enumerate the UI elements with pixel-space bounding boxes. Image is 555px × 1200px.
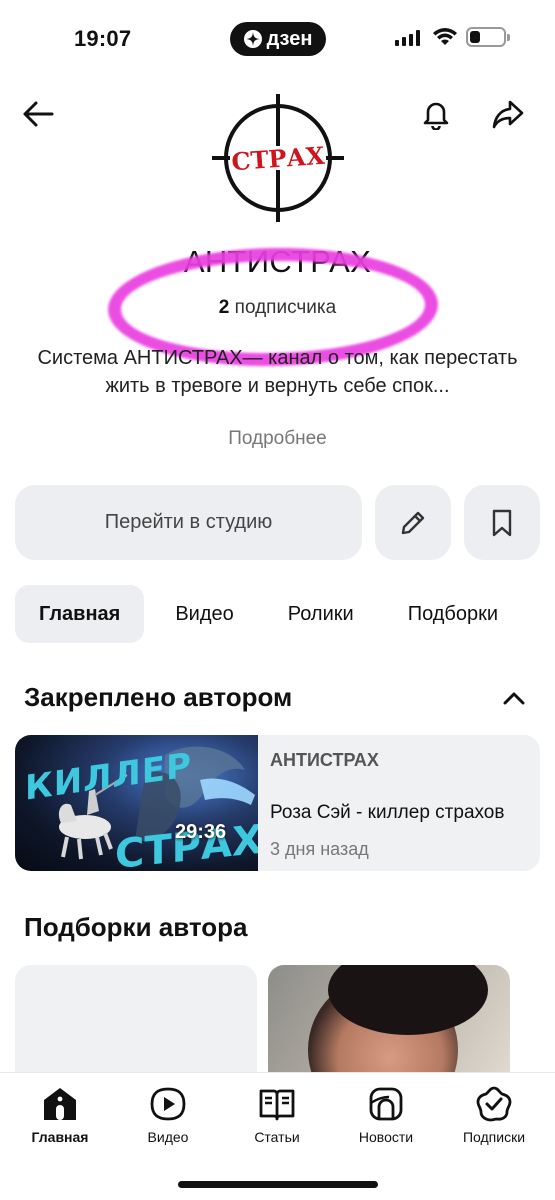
collapse-button[interactable] (500, 684, 528, 712)
nav-articles[interactable]: Статьи (227, 1085, 327, 1145)
video-icon (150, 1087, 186, 1121)
video-date: 3 дня назад (270, 839, 369, 859)
status-bar: 19:07 дзен (0, 0, 555, 78)
bell-icon (423, 102, 449, 130)
arrow-left-icon (23, 101, 54, 127)
nav-news-label: Новости (358, 1129, 414, 1145)
back-button[interactable] (18, 94, 58, 134)
battery-icon (466, 27, 510, 47)
channel-description: Система АНТИСТРАХ— канал о том, как пере… (37, 347, 518, 397)
channel-logo: СТРАХ (212, 94, 344, 222)
home-indicator (178, 1181, 378, 1188)
nav-subscriptions-label: Подписки (462, 1129, 526, 1145)
tab-home[interactable]: Главная (15, 585, 145, 643)
cellular-signal-icon (395, 30, 420, 46)
nav-video-label: Видео (147, 1129, 189, 1145)
status-time: 19:07 (74, 26, 132, 51)
dzen-badge-label: дзен (266, 27, 313, 50)
collections-section-title: Подборки автора (24, 912, 248, 942)
bookmark-button[interactable] (464, 485, 540, 560)
pinned-section-title: Закреплено автором (24, 682, 293, 712)
wifi-icon (433, 28, 457, 45)
nav-home[interactable]: Главная (10, 1085, 110, 1145)
notifications-button[interactable] (416, 94, 456, 134)
video-title[interactable]: Роза Сэй - киллер страхов (270, 802, 504, 824)
bookmark-icon (492, 509, 512, 536)
tab-shorts[interactable]: Ролики (288, 585, 354, 643)
chevron-up-icon (503, 692, 525, 705)
edit-button[interactable] (375, 485, 451, 560)
battery-level (470, 31, 480, 43)
go-to-studio-button[interactable]: Перейти в студию (15, 485, 362, 560)
share-arrow-icon (492, 100, 524, 129)
nav-articles-label: Статьи (254, 1129, 300, 1145)
nav-subscriptions[interactable]: Подписки (444, 1085, 544, 1145)
more-link[interactable]: Подробнее (0, 428, 555, 450)
nav-video[interactable]: Видео (118, 1085, 218, 1145)
tab-collections[interactable]: Подборки (408, 585, 498, 643)
home-icon (44, 1088, 76, 1120)
nav-home-label: Главная (31, 1129, 89, 1145)
dzen-star-icon (243, 30, 262, 48)
articles-icon (259, 1089, 295, 1121)
news-icon (369, 1087, 403, 1121)
dzen-badge[interactable]: дзен (230, 22, 326, 56)
video-thumbnail: КИЛЛЕР СТРАХОВ 29:36 (15, 735, 258, 871)
tab-video[interactable]: Видео (175, 585, 233, 643)
bottom-navigation: Главная Видео Статьи Новости Подписки (0, 1072, 555, 1200)
pinned-video-card[interactable]: КИЛЛЕР СТРАХОВ 29:36 АНТИСТРАХ Роза Сэй … (15, 735, 540, 871)
share-button[interactable] (488, 94, 528, 134)
subscriptions-icon (476, 1086, 512, 1122)
nav-news[interactable]: Новости (336, 1085, 436, 1145)
video-duration: 29:36 (175, 821, 227, 843)
pencil-icon (401, 511, 425, 534)
channel-tabs: Главная Видео Ролики Подборки (15, 585, 498, 643)
video-channel-name: АНТИСТРАХ (270, 750, 379, 770)
